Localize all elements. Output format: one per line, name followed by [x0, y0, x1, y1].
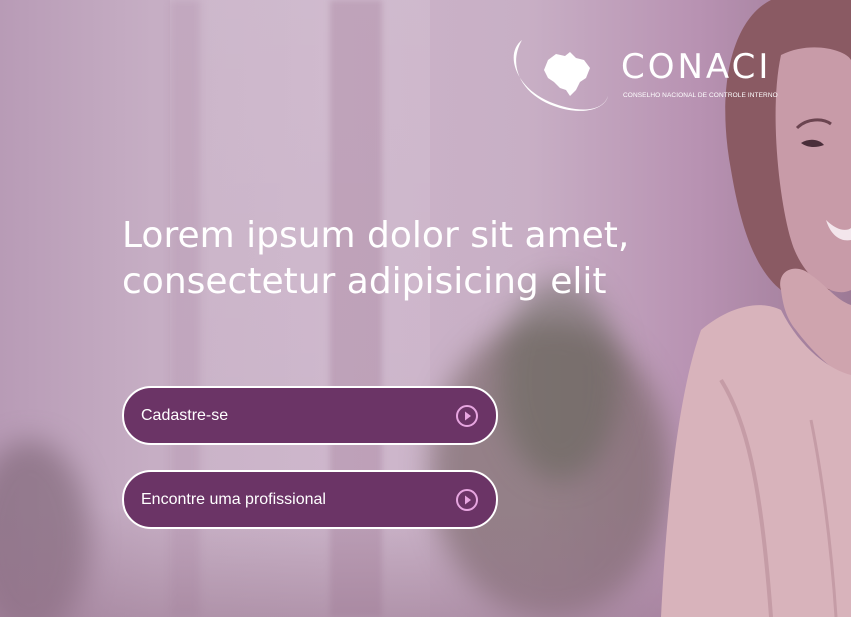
play-circle-icon — [456, 488, 478, 511]
logo-tagline: CONSELHO NACIONAL DE CONTROLE INTERNO — [623, 92, 778, 99]
register-button[interactable]: Cadastre-se — [122, 386, 498, 445]
logo-wordmark: CONACI — [621, 47, 772, 87]
conaci-logo[interactable]: CONACI CONSELHO NACIONAL DE CONTROLE INT… — [510, 36, 800, 116]
brazil-map-icon — [513, 40, 608, 111]
hero-headline: Lorem ipsum dolor sit amet, consectetur … — [122, 213, 682, 305]
hero-section: CONACI CONSELHO NACIONAL DE CONTROLE INT… — [0, 0, 851, 617]
register-button-label: Cadastre-se — [141, 406, 229, 424]
headline-line-1: Lorem ipsum dolor sit amet, — [122, 215, 630, 256]
find-professional-button[interactable]: Encontre uma profissional — [122, 470, 498, 529]
headline-line-2: consectetur adipisicing elit — [122, 261, 607, 302]
find-professional-button-label: Encontre uma profissional — [141, 490, 326, 508]
play-circle-icon — [456, 404, 478, 427]
